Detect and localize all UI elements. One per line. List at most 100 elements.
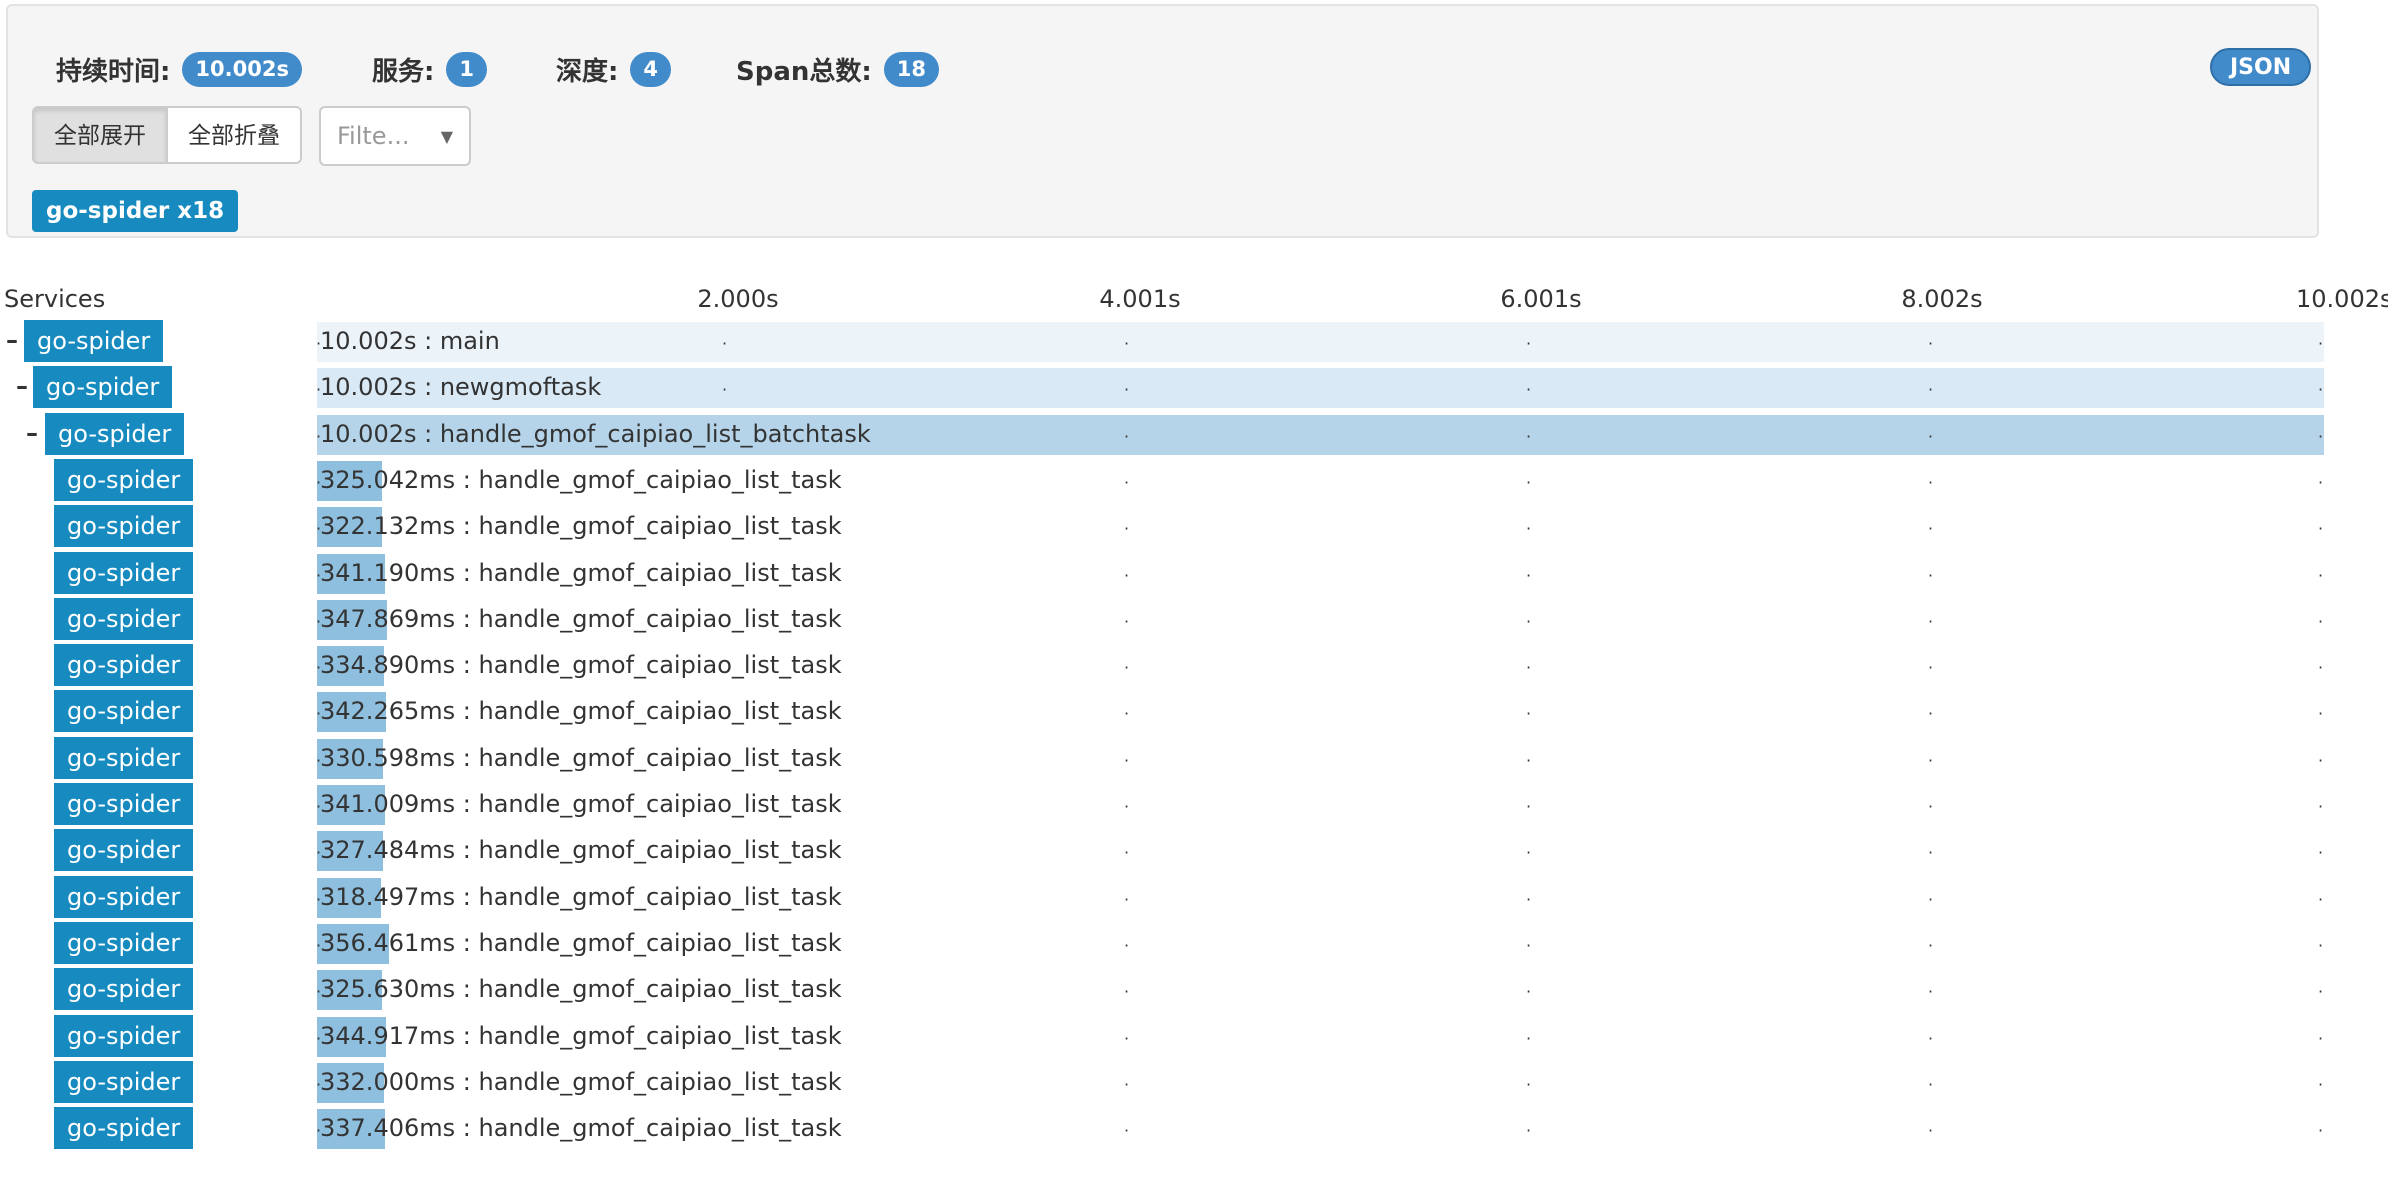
span-service-label[interactable]: go-spider — [54, 505, 194, 548]
collapse-toggle-icon[interactable]: – — [26, 419, 38, 447]
span-label: 10.002s : newgmoftask — [320, 373, 601, 401]
span-label: 10.002s : main — [320, 327, 500, 355]
grid-dot: · — [1124, 565, 1130, 585]
span-duration: 10.002s — [320, 419, 417, 448]
span-service-label[interactable]: go-spider — [54, 1014, 194, 1057]
timeline-tick-label: 4.001s — [1099, 285, 1181, 313]
span-row[interactable]: go-spider 344.917ms : handle_gmof_caipiao… — [0, 1014, 2388, 1061]
span-row[interactable]: – go-spider 10.002s : main · · · · · · — [0, 320, 2388, 366]
span-duration: 341.009ms — [320, 790, 456, 818]
grid-dot: · — [1124, 704, 1130, 724]
span-bar[interactable] — [317, 368, 2324, 409]
span-duration: 327.484ms — [320, 836, 456, 865]
grid-dot: · — [1526, 380, 1532, 400]
span-row[interactable]: go-spider 341.009ms : handle_gmof_caipiao… — [0, 783, 2388, 829]
service-filter-select[interactable]: Filte... ▼ — [319, 106, 471, 166]
span-duration: 347.869ms — [320, 604, 456, 633]
span-service-label[interactable]: go-spider — [54, 597, 194, 640]
json-button[interactable]: JSON — [2210, 48, 2312, 86]
grid-dot: · — [1526, 797, 1532, 816]
span-service-label[interactable]: go-spider — [54, 736, 194, 779]
span-service-label[interactable]: go-spider — [54, 875, 194, 918]
grid-dot: · — [1928, 380, 1934, 400]
grid-dot: · — [1928, 889, 1934, 909]
span-duration: 330.598ms — [320, 743, 456, 772]
span-row[interactable]: – go-spider 10.002s : handle_gmof_caipiao_… — [0, 412, 2388, 459]
span-row[interactable]: go-spider 332.000ms : handle_gmof_caipiao… — [0, 1060, 2388, 1107]
span-service-label[interactable]: go-spider — [54, 1107, 194, 1150]
span-separator: : — [455, 1114, 479, 1143]
span-name: handle_gmof_caipiao_list_task — [478, 928, 842, 957]
span-duration: 325.042ms — [320, 465, 456, 494]
span-bar[interactable] — [317, 322, 2324, 362]
collapse-toggle-icon[interactable]: – — [6, 326, 18, 354]
span-service-label[interactable]: go-spider — [54, 1060, 194, 1103]
grid-dot: · — [316, 982, 322, 1002]
span-name: newgmoftask — [439, 373, 602, 402]
span-service-label[interactable]: go-spider — [24, 320, 164, 362]
span-service-label[interactable]: go-spider — [33, 366, 173, 409]
grid-dot: · — [2318, 982, 2324, 1002]
span-service-label[interactable]: go-spider — [54, 968, 194, 1011]
grid-dot: · — [1124, 889, 1130, 909]
span-row[interactable]: go-spider 322.132ms : handle_gmof_caipiao… — [0, 505, 2388, 551]
span-row[interactable]: go-spider 334.890ms : handle_gmof_caipiao… — [0, 644, 2388, 690]
grid-dot: · — [1928, 611, 1934, 631]
grid-dot: · — [1124, 1028, 1130, 1048]
span-row[interactable]: go-spider 327.484ms : handle_gmof_caipiao… — [0, 829, 2388, 875]
grid-dot: · — [2318, 658, 2324, 678]
span-name: handle_gmof_caipiao_list_task — [478, 1114, 842, 1143]
service-tag-go-spider[interactable]: go-spider x18 — [32, 190, 239, 232]
span-service-label[interactable]: go-spider — [54, 644, 194, 687]
depth-badge: 4 — [630, 51, 672, 87]
span-count-stat: Span总数: 18 — [736, 44, 940, 94]
span-name: handle_gmof_caipiao_list_task — [478, 743, 842, 772]
grid-dot: · — [1124, 334, 1130, 353]
expand-all-button[interactable]: 全部展开 — [32, 106, 168, 164]
depth-stat: 深度: 4 — [556, 44, 672, 94]
span-row[interactable]: go-spider 356.461ms : handle_gmof_caipiao… — [0, 921, 2388, 968]
span-separator: : — [416, 327, 440, 355]
span-label: 10.002s : handle_gmof_caipiao_list_batch… — [320, 420, 871, 448]
span-service-label[interactable]: go-spider — [54, 829, 194, 872]
span-name: handle_gmof_caipiao_list_task — [478, 604, 842, 633]
span-row[interactable]: go-spider 347.869ms : handle_gmof_caipiao… — [0, 597, 2388, 644]
span-count-label: Span总数: — [736, 56, 872, 87]
span-label: 342.265ms : handle_gmof_caipiao_list_tas… — [320, 697, 842, 725]
span-row[interactable]: – go-spider 10.002s : newgmoftask · · · · · · — [0, 366, 2388, 412]
trace-summary-panel: 持续时间: 10.002s 服务: 1 深度: 4 Span总数: 18 JSO… — [6, 4, 2319, 238]
span-service-label[interactable]: go-spider — [54, 551, 194, 594]
grid-dot: · — [316, 1121, 322, 1141]
grid-dot: · — [1124, 611, 1130, 631]
span-separator: : — [455, 604, 479, 633]
span-row[interactable]: go-spider 341.190ms : handle_gmof_caipiao… — [0, 551, 2388, 598]
span-label: 325.630ms : handle_gmof_caipiao_list_tas… — [320, 975, 842, 1003]
grid-dot: · — [1526, 334, 1532, 353]
span-service-label[interactable]: go-spider — [54, 458, 194, 501]
span-row[interactable]: go-spider 330.598ms : handle_gmof_caipiao… — [0, 736, 2388, 783]
span-service-label[interactable]: go-spider — [54, 921, 194, 964]
grid-dot: · — [2318, 704, 2324, 724]
collapse-all-button[interactable]: 全部折叠 — [168, 106, 302, 164]
span-row[interactable]: go-spider 325.630ms : handle_gmof_caipiao… — [0, 968, 2388, 1014]
expand-collapse-group: 全部展开 全部折叠 — [32, 106, 302, 164]
span-duration: 334.890ms — [320, 651, 456, 680]
span-service-label[interactable]: go-spider — [54, 690, 194, 733]
grid-dot: · — [1526, 982, 1532, 1002]
span-row[interactable]: go-spider 342.265ms : handle_gmof_caipiao… — [0, 690, 2388, 736]
span-row[interactable]: go-spider 337.406ms : handle_gmof_caipiao… — [0, 1107, 2388, 1153]
grid-dot: · — [1124, 426, 1130, 446]
span-separator: : — [455, 697, 479, 726]
grid-dot: · — [1526, 935, 1532, 955]
span-label: 334.890ms : handle_gmof_caipiao_list_tas… — [320, 651, 842, 679]
collapse-toggle-icon[interactable]: – — [16, 372, 28, 400]
span-service-label[interactable]: go-spider — [54, 783, 194, 825]
span-separator: : — [455, 975, 479, 1004]
span-row[interactable]: go-spider 325.042ms : handle_gmof_caipiao… — [0, 458, 2388, 505]
span-duration: 337.406ms — [320, 1114, 456, 1143]
span-name: handle_gmof_caipiao_list_task — [478, 651, 842, 680]
grid-dot: · — [1124, 472, 1130, 492]
span-name: handle_gmof_caipiao_list_task — [478, 836, 842, 865]
span-row[interactable]: go-spider 318.497ms : handle_gmof_caipiao… — [0, 875, 2388, 922]
span-service-label[interactable]: go-spider — [45, 412, 185, 455]
